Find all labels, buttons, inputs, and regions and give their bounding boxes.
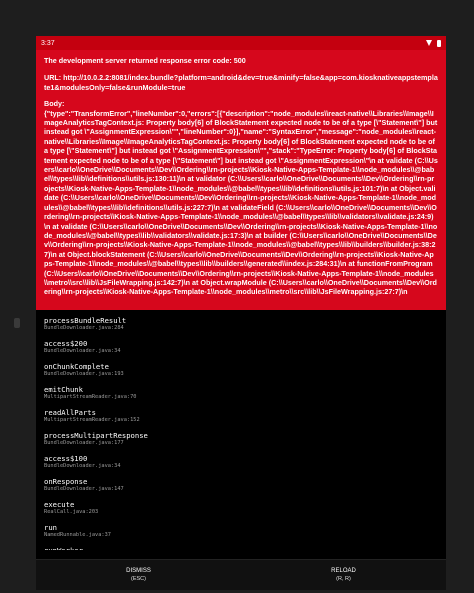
stack-frame-file: BundleDownloader.java:34: [44, 348, 121, 354]
error-title: The development server returned response…: [44, 56, 246, 65]
redbox-error-panel: The development server returned response…: [36, 50, 446, 310]
stack-frame-file: RealCall.java:203: [44, 509, 99, 515]
stack-frame-method: readAllParts: [44, 408, 96, 417]
status-bar: 3:37: [36, 36, 446, 50]
stack-frame-file: NamedRunnable.java:37: [44, 532, 111, 538]
reload-button[interactable]: RELOAD (R, R): [241, 560, 446, 590]
error-body: {"type":"TransformError","lineNumber":0,…: [44, 108, 438, 297]
dismiss-button-hint: (ESC): [131, 576, 146, 582]
stack-frame[interactable]: onResponse BundleDownloader.java:147: [44, 477, 438, 493]
stack-frame-method: access$200: [44, 339, 88, 348]
error-body-label: Body:: [44, 99, 65, 109]
stack-frame-method: run: [44, 523, 57, 532]
stack-frame-method: onResponse: [44, 477, 88, 486]
stack-frame[interactable]: processBundleResult BundleDownloader.jav…: [44, 316, 438, 332]
stack-frame-file: BundleDownloader.java:147: [44, 486, 124, 492]
stack-frame-file: MultipartStreamReader.java:152: [44, 417, 140, 423]
stack-frame-method: execute: [44, 500, 75, 509]
battery-icon: [437, 39, 441, 47]
reload-button-hint: (R, R): [336, 576, 351, 582]
dismiss-button-label: DISMISS: [126, 568, 151, 574]
stack-frame-file: BundleDownloader.java:177: [44, 440, 124, 446]
stack-frame-file: BundleDownloader.java:34: [44, 463, 121, 469]
wifi-icon: [426, 40, 433, 46]
status-time: 3:37: [41, 39, 55, 47]
stack-frame-file: MultipartStreamReader.java:70: [44, 394, 137, 400]
stack-frame[interactable]: processMultipartResponse BundleDownloade…: [44, 431, 438, 447]
stack-frame[interactable]: runWorker: [44, 546, 438, 550]
stack-trace-list[interactable]: processBundleResult BundleDownloader.jav…: [36, 310, 446, 550]
stack-frame[interactable]: readAllParts MultipartStreamReader.java:…: [44, 408, 438, 424]
stack-frame-method: processMultipartResponse: [44, 431, 148, 440]
stack-frame[interactable]: access$100 BundleDownloader.java:34: [44, 454, 438, 470]
device-side-button[interactable]: [14, 318, 20, 328]
stack-frame[interactable]: run NamedRunnable.java:37: [44, 523, 438, 539]
stack-frame-file: BundleDownloader.java:193: [44, 371, 124, 377]
stack-frame-method: processBundleResult: [44, 316, 127, 325]
stack-frame[interactable]: emitChunk MultipartStreamReader.java:70: [44, 385, 438, 401]
error-url: URL: http://10.0.2.2:8081/index.bundle?p…: [44, 73, 438, 92]
stack-frame-method: runWorker: [44, 546, 438, 550]
stack-frame-method: emitChunk: [44, 385, 83, 394]
redbox-action-bar: DISMISS (ESC) RELOAD (R, R): [36, 559, 446, 590]
device-screen: 3:37 The development server returned res…: [36, 36, 446, 590]
stack-frame-method: access$100: [44, 454, 88, 463]
stack-frame[interactable]: execute RealCall.java:203: [44, 500, 438, 516]
status-icons: [426, 39, 441, 47]
reload-button-label: RELOAD: [331, 568, 356, 574]
stack-frame-method: onChunkComplete: [44, 362, 109, 371]
stack-frame[interactable]: onChunkComplete BundleDownloader.java:19…: [44, 362, 438, 378]
stack-frame[interactable]: access$200 BundleDownloader.java:34: [44, 339, 438, 355]
dismiss-button[interactable]: DISMISS (ESC): [36, 560, 241, 590]
stack-frame-file: BundleDownloader.java:284: [44, 325, 124, 331]
